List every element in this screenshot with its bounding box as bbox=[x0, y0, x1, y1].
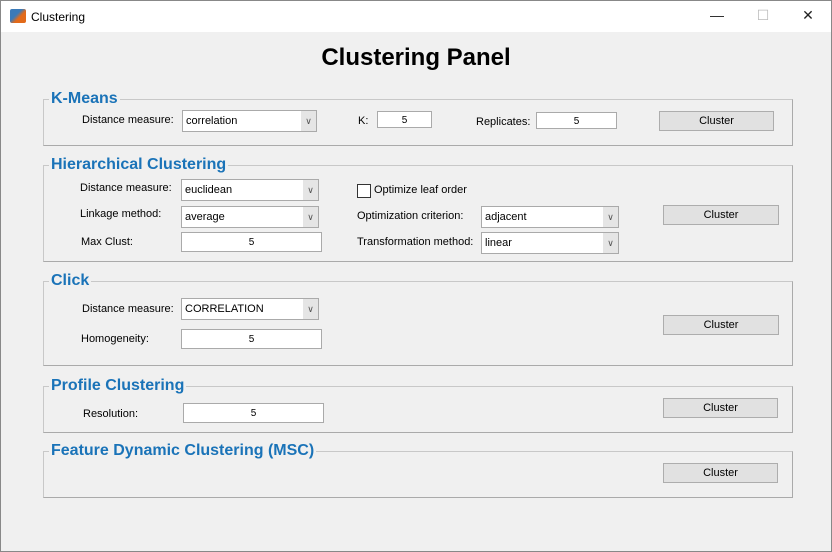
msc-cluster-button[interactable]: Cluster bbox=[663, 463, 778, 483]
distance-label: Distance measure: bbox=[82, 303, 174, 315]
optimize-label: Optimize leaf order bbox=[374, 184, 467, 196]
resolution-label: Resolution: bbox=[83, 408, 139, 420]
click-cluster-button[interactable]: Cluster bbox=[663, 315, 779, 335]
matlab-icon bbox=[10, 9, 26, 23]
window-title: Clustering bbox=[31, 10, 86, 24]
maxclust-input[interactable]: 5 bbox=[181, 232, 322, 252]
dropdown-value: adjacent bbox=[485, 211, 527, 223]
title-bar: Clustering — ☐ ✕ bbox=[1, 1, 831, 32]
distance-dropdown[interactable]: correlation ∨ bbox=[182, 110, 317, 132]
dropdown-value: average bbox=[185, 211, 225, 223]
distance-dropdown[interactable]: CORRELATION ∨ bbox=[181, 298, 319, 320]
panel-title: Profile Clustering bbox=[49, 377, 187, 395]
chevron-down-icon: ∨ bbox=[603, 207, 618, 227]
resolution-input[interactable]: 5 bbox=[183, 403, 324, 423]
distance-label: Distance measure: bbox=[80, 182, 172, 194]
transform-dropdown[interactable]: linear ∨ bbox=[481, 232, 619, 254]
click-panel: Click Distance measure: CORRELATION ∨ Hom… bbox=[43, 272, 793, 366]
optimize-leaf-order-checkbox[interactable] bbox=[357, 184, 371, 198]
homogeneity-label: Homogeneity: bbox=[81, 333, 149, 345]
homogeneity-input[interactable]: 5 bbox=[181, 329, 322, 349]
dropdown-value: euclidean bbox=[185, 184, 233, 196]
linkage-label: Linkage method: bbox=[80, 208, 162, 220]
chevron-down-icon: ∨ bbox=[301, 111, 316, 131]
replicates-label: Replicates: bbox=[476, 116, 531, 128]
panel-title: Click bbox=[49, 272, 92, 290]
replicates-input[interactable]: 5 bbox=[536, 112, 617, 129]
linkage-dropdown[interactable]: average ∨ bbox=[181, 206, 319, 228]
profile-panel: Profile Clustering Resolution: 5 Cluster bbox=[43, 377, 793, 433]
criterion-label: Optimization criterion: bbox=[357, 210, 464, 222]
kmeans-panel: K-Means Distance measure: correlation ∨ K… bbox=[43, 90, 793, 146]
panel-title: Hierarchical Clustering bbox=[49, 156, 229, 174]
kmeans-cluster-button[interactable]: Cluster bbox=[659, 111, 774, 131]
maxclust-label: Max Clust: bbox=[81, 236, 133, 248]
panel-title: Feature Dynamic Clustering (MSC) bbox=[49, 442, 317, 460]
k-label: K: bbox=[358, 115, 369, 127]
dropdown-value: correlation bbox=[186, 115, 238, 127]
chevron-down-icon: ∨ bbox=[303, 207, 318, 227]
hierarchical-panel: Hierarchical Clustering Distance measure… bbox=[43, 156, 793, 262]
chevron-down-icon: ∨ bbox=[303, 299, 318, 319]
criterion-dropdown[interactable]: adjacent ∨ bbox=[481, 206, 619, 228]
distance-dropdown[interactable]: euclidean ∨ bbox=[181, 179, 319, 201]
hierarchical-cluster-button[interactable]: Cluster bbox=[663, 205, 779, 225]
dropdown-value: linear bbox=[485, 237, 512, 249]
maximize-button[interactable]: ☐ bbox=[753, 7, 773, 24]
dropdown-value: CORRELATION bbox=[185, 303, 264, 315]
profile-cluster-button[interactable]: Cluster bbox=[663, 398, 778, 418]
minimize-button[interactable]: — bbox=[707, 7, 727, 23]
close-button[interactable]: ✕ bbox=[798, 7, 818, 24]
page-title: Clustering Panel bbox=[321, 44, 511, 71]
k-input[interactable]: 5 bbox=[377, 111, 432, 128]
panel-title: K-Means bbox=[49, 90, 120, 108]
msc-panel: Feature Dynamic Clustering (MSC) Cluster bbox=[43, 442, 793, 498]
transform-label: Transformation method: bbox=[357, 236, 474, 248]
distance-label: Distance measure: bbox=[82, 114, 174, 126]
chevron-down-icon: ∨ bbox=[303, 180, 318, 200]
chevron-down-icon: ∨ bbox=[603, 233, 618, 253]
